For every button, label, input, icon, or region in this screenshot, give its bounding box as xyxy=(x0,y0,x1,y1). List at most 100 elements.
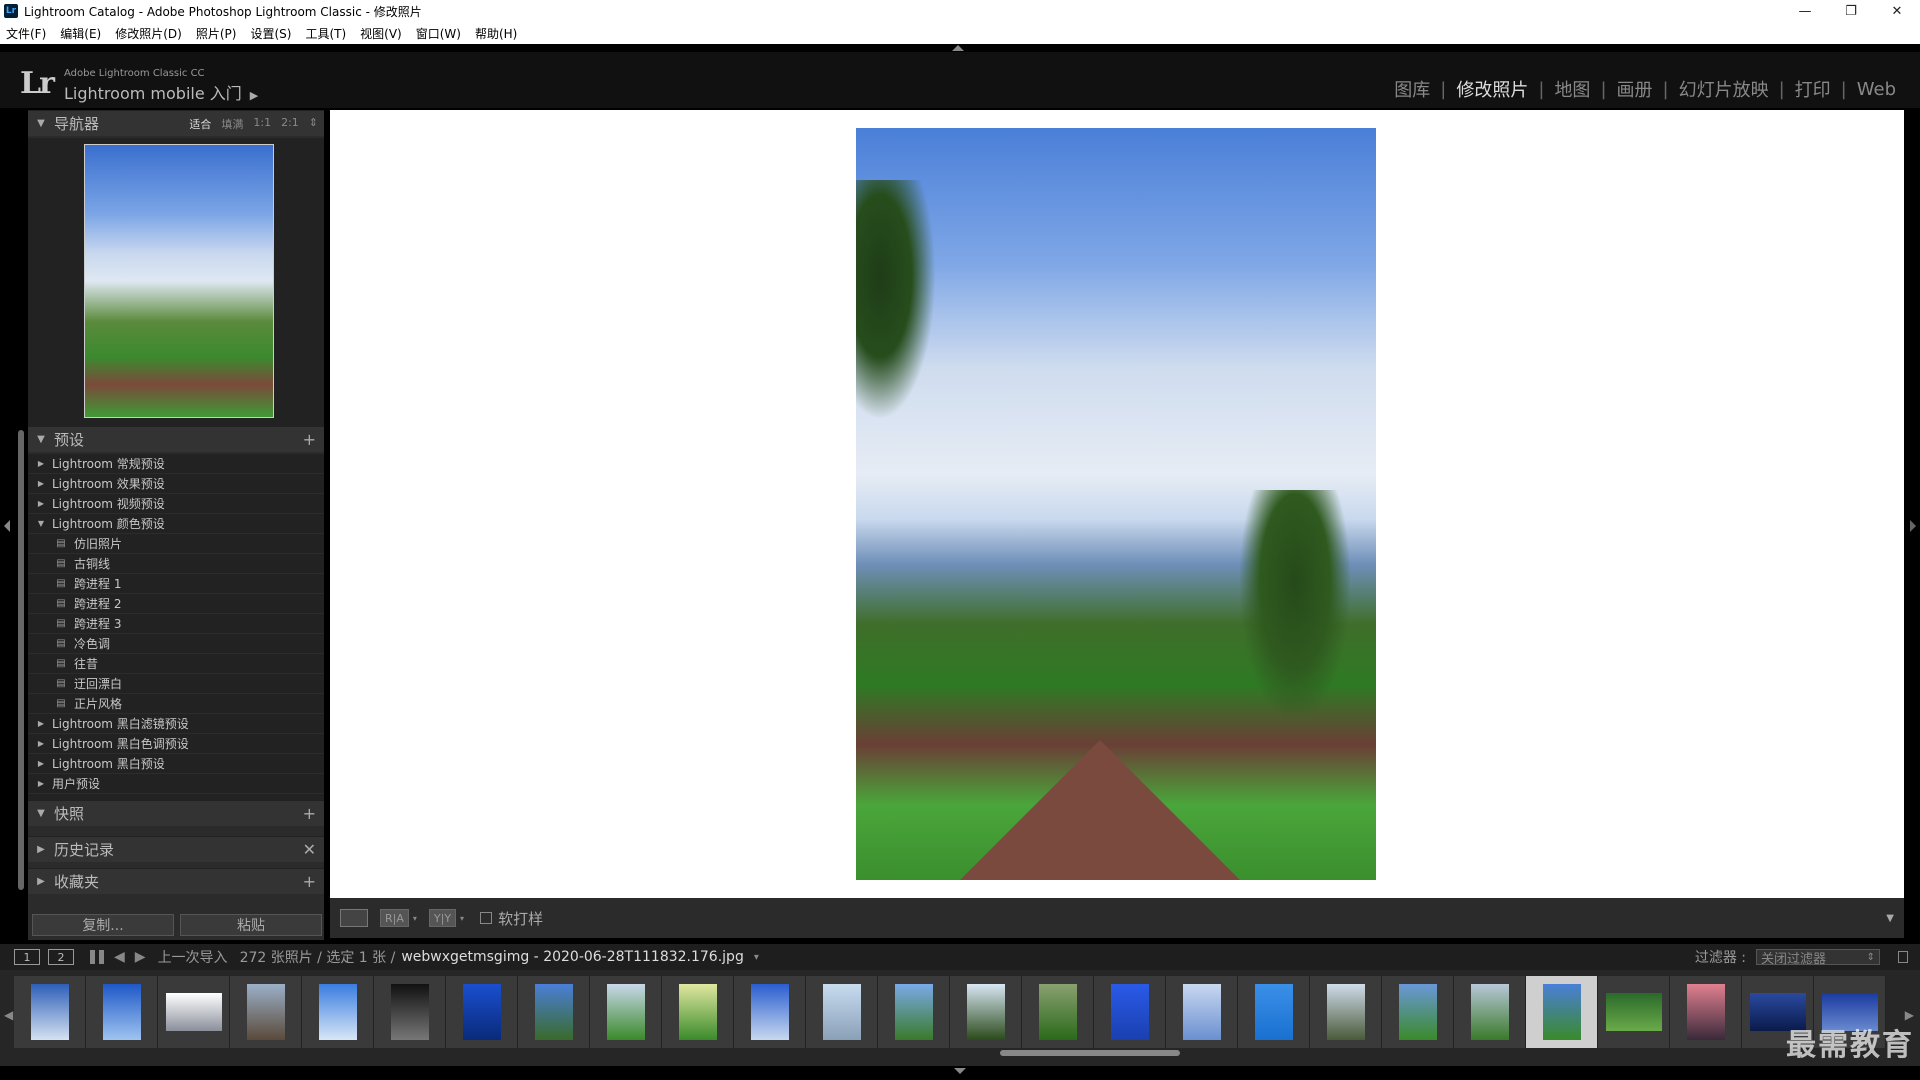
zoom-2-1[interactable]: 2:1 xyxy=(281,116,299,132)
filmstrip-thumbnail[interactable] xyxy=(446,976,518,1048)
filmstrip-left-arrow-icon[interactable]: ◀ xyxy=(4,1008,13,1022)
collapse-left-panel-icon[interactable] xyxy=(4,520,10,532)
module-library[interactable]: 图库 xyxy=(1384,76,1440,102)
loupe-view-icon[interactable] xyxy=(340,909,368,927)
module-develop[interactable]: 修改照片 xyxy=(1446,76,1538,102)
menu-help[interactable]: 帮助(H) xyxy=(475,25,517,42)
filmstrip-thumbnail[interactable] xyxy=(374,976,446,1048)
zoom-menu-icon[interactable]: ⇕ xyxy=(309,116,318,132)
main-screen-button[interactable]: 1 xyxy=(14,949,40,965)
filmstrip-thumbnail[interactable] xyxy=(1310,976,1382,1048)
second-screen-button[interactable]: 2 xyxy=(48,949,74,965)
filmstrip-thumbnail[interactable] xyxy=(734,976,806,1048)
activity-center[interactable]: Lightroom mobile 入门 ▶ xyxy=(64,80,258,104)
chevron-down-icon[interactable]: ▾ xyxy=(460,914,464,923)
collapse-triangle-icon[interactable]: ▶ xyxy=(28,719,52,728)
filmstrip-source[interactable]: 上一次导入 xyxy=(158,947,228,967)
collapse-filmstrip-icon[interactable] xyxy=(954,1068,966,1074)
left-panel-scrollbar[interactable] xyxy=(18,430,24,890)
preset-folder[interactable]: ▶ 用户预设 xyxy=(28,774,324,794)
collapse-triangle-icon[interactable]: ▶ xyxy=(28,779,52,788)
filmstrip-thumbnail[interactable] xyxy=(230,976,302,1048)
filmstrip-thumbnail[interactable] xyxy=(14,976,86,1048)
zoom-fill[interactable]: 填满 xyxy=(221,116,243,132)
navigator-preview-image[interactable] xyxy=(84,144,274,418)
preset-item[interactable]: ▤ 跨进程 1 xyxy=(28,574,324,594)
back-arrow-icon[interactable]: ◀ xyxy=(114,949,125,965)
filter-lock-icon[interactable] xyxy=(1898,951,1908,963)
filmstrip-thumbnail[interactable] xyxy=(662,976,734,1048)
soft-proofing-checkbox[interactable] xyxy=(480,912,493,924)
collapse-triangle-icon[interactable]: ▶ xyxy=(28,739,52,748)
minimize-icon[interactable]: — xyxy=(1782,0,1828,22)
module-print[interactable]: 打印 xyxy=(1785,76,1841,102)
preset-item[interactable]: ▤ 古铜线 xyxy=(28,554,324,574)
add-snapshot-icon[interactable]: + xyxy=(303,804,316,823)
filmstrip-thumbnail[interactable] xyxy=(950,976,1022,1048)
paste-settings-button[interactable]: 粘贴 xyxy=(180,914,322,936)
menu-develop[interactable]: 修改照片(D) xyxy=(115,25,182,42)
filmstrip-thumbnail[interactable] xyxy=(158,976,230,1048)
collapse-top-panel-icon[interactable] xyxy=(952,45,964,51)
filmstrip-thumbnail[interactable] xyxy=(302,976,374,1048)
filmstrip-thumbnail[interactable] xyxy=(1166,976,1238,1048)
toolbar-menu-icon[interactable]: ▼ xyxy=(1886,913,1894,924)
preset-item[interactable]: ▤ 正片风格 xyxy=(28,694,324,714)
filmstrip-thumbnail[interactable] xyxy=(518,976,590,1048)
menu-view[interactable]: 视图(V) xyxy=(360,25,402,42)
collapse-triangle-icon[interactable]: ▶ xyxy=(28,479,52,488)
filmstrip-thumbnail[interactable] xyxy=(1094,976,1166,1048)
preset-folder[interactable]: ▶ Lightroom 黑白色调预设 xyxy=(28,734,324,754)
filmstrip-thumbnail[interactable] xyxy=(878,976,950,1048)
before-after-left-right-button[interactable]: R|A xyxy=(380,909,409,927)
module-web[interactable]: Web xyxy=(1847,79,1906,100)
menu-file[interactable]: 文件(F) xyxy=(6,25,46,42)
preset-item[interactable]: ▤ 迂回漂白 xyxy=(28,674,324,694)
filmstrip-thumbnail[interactable] xyxy=(1598,976,1670,1048)
navigator-header[interactable]: ▼ 导航器 适合 填满 1:1 2:1 ⇕ xyxy=(28,110,324,136)
history-header[interactable]: ▶ 历史记录 ✕ xyxy=(28,836,324,862)
filmstrip-thumbnail[interactable] xyxy=(1238,976,1310,1048)
preset-item[interactable]: ▤ 冷色调 xyxy=(28,634,324,654)
preset-item[interactable]: ▤ 仿旧照片 xyxy=(28,534,324,554)
filmstrip-thumbnail[interactable] xyxy=(1526,976,1598,1048)
presets-header[interactable]: ▼ 预设 + xyxy=(28,426,324,452)
expand-triangle-icon[interactable]: ▼ xyxy=(28,519,52,528)
preset-folder[interactable]: ▶ Lightroom 常规预设 xyxy=(28,454,324,474)
chevron-down-icon[interactable]: ▾ xyxy=(754,952,759,963)
module-slideshow[interactable]: 幻灯片放映 xyxy=(1669,76,1779,102)
preset-item[interactable]: ▤ 跨进程 3 xyxy=(28,614,324,634)
filmstrip-thumbnail[interactable] xyxy=(590,976,662,1048)
module-book[interactable]: 画册 xyxy=(1607,76,1663,102)
filmstrip-thumbnail[interactable] xyxy=(86,976,158,1048)
preset-folder[interactable]: ▼ Lightroom 颜色预设 xyxy=(28,514,324,534)
menu-photo[interactable]: 照片(P) xyxy=(196,25,237,42)
filmstrip-thumbnail[interactable] xyxy=(1670,976,1742,1048)
grid-view-icon[interactable] xyxy=(90,950,104,964)
module-map[interactable]: 地图 xyxy=(1544,76,1600,102)
add-collection-icon[interactable]: + xyxy=(303,872,316,891)
preset-item[interactable]: ▤ 跨进程 2 xyxy=(28,594,324,614)
zoom-fit[interactable]: 适合 xyxy=(189,116,211,132)
preset-folder[interactable]: ▶ Lightroom 视频预设 xyxy=(28,494,324,514)
menu-settings[interactable]: 设置(S) xyxy=(250,25,291,42)
before-after-top-bottom-button[interactable]: Y|Y xyxy=(428,909,457,927)
menu-window[interactable]: 窗口(W) xyxy=(416,25,461,42)
zoom-1-1[interactable]: 1:1 xyxy=(253,116,271,132)
preset-folder[interactable]: ▶ Lightroom 黑白预设 xyxy=(28,754,324,774)
preset-folder[interactable]: ▶ Lightroom 黑白滤镜预设 xyxy=(28,714,324,734)
forward-arrow-icon[interactable]: ▶ xyxy=(135,949,146,965)
filmstrip-thumbnail[interactable] xyxy=(1382,976,1454,1048)
collapse-triangle-icon[interactable]: ▶ xyxy=(28,499,52,508)
menu-edit[interactable]: 编辑(E) xyxy=(60,25,101,42)
menu-tools[interactable]: 工具(T) xyxy=(305,25,346,42)
filmstrip-thumbnail[interactable] xyxy=(1454,976,1526,1048)
filter-select[interactable]: 关闭过滤器 ⇕ xyxy=(1756,949,1880,967)
preset-item[interactable]: ▤ 往昔 xyxy=(28,654,324,674)
close-icon[interactable]: ✕ xyxy=(1874,0,1920,22)
restore-icon[interactable]: ❐ xyxy=(1828,0,1874,22)
collections-header[interactable]: ▶ 收藏夹 + xyxy=(28,868,324,894)
collapse-right-panel-icon[interactable] xyxy=(1910,520,1916,532)
copy-settings-button[interactable]: 复制... xyxy=(32,914,174,936)
collapse-triangle-icon[interactable]: ▶ xyxy=(28,759,52,768)
